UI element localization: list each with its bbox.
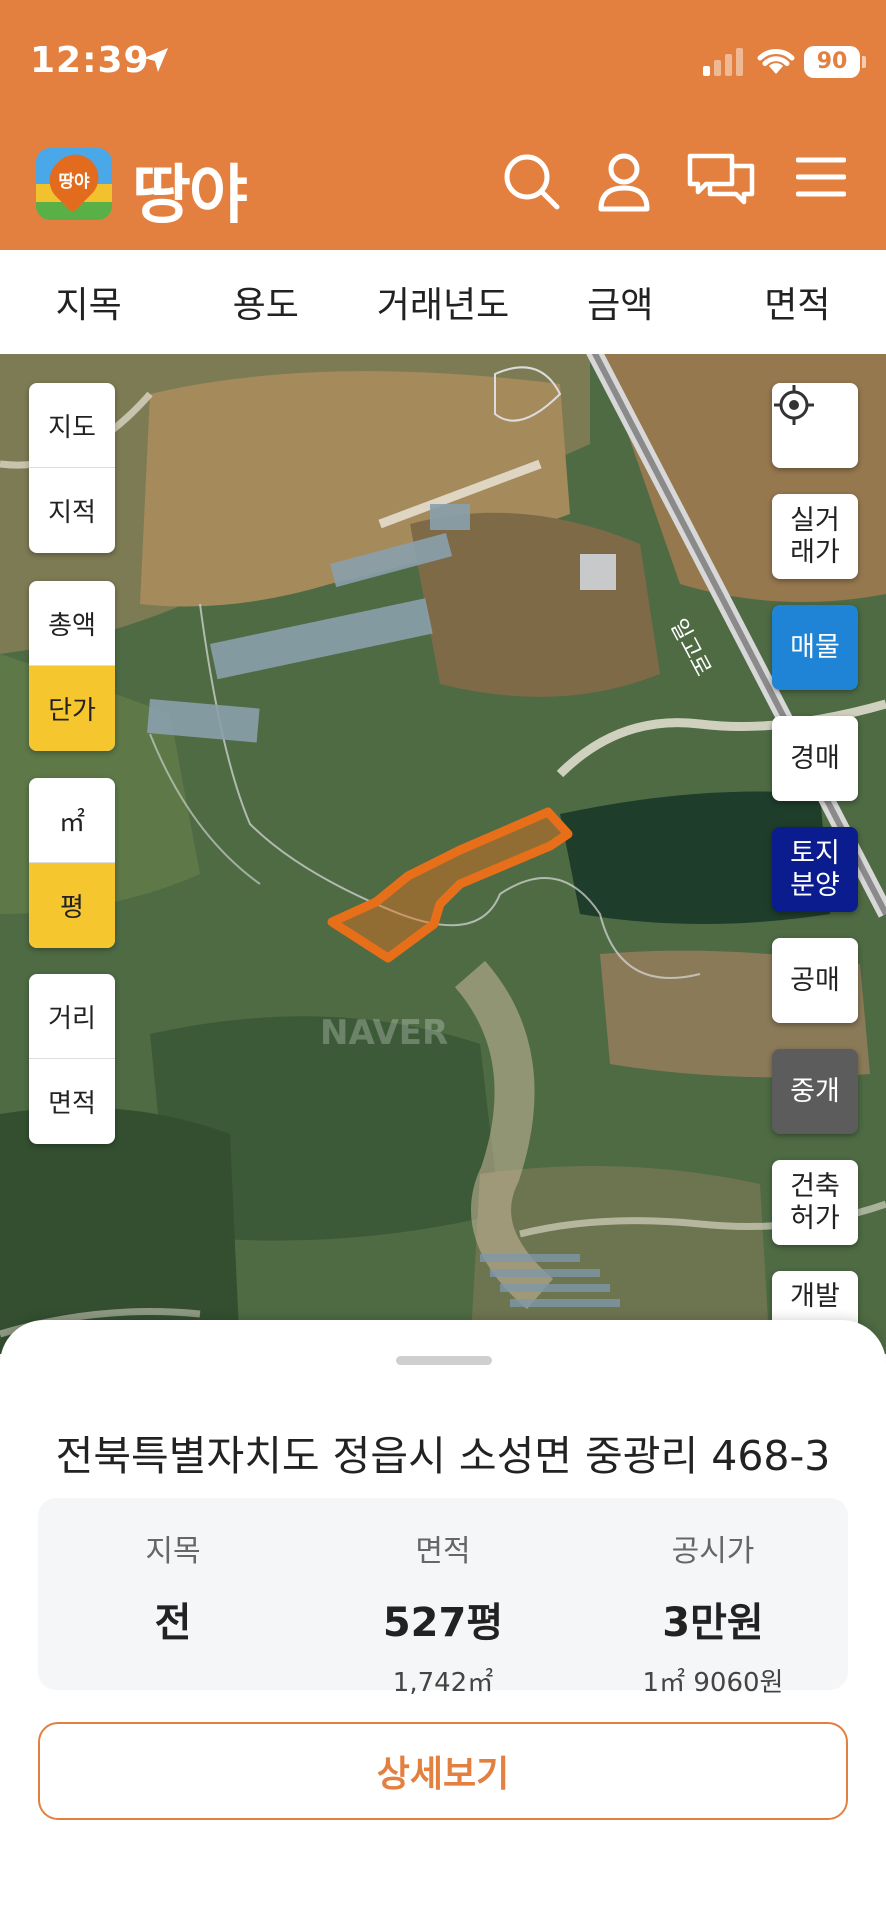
price-unit-button[interactable]: 단가	[29, 666, 115, 751]
price-total-button[interactable]: 총액	[29, 581, 115, 666]
logo-text: 땅야	[58, 172, 90, 192]
area-column: 면적 527평 1,742㎡	[308, 1498, 578, 1698]
price-mode-toggle: 총액 단가	[29, 581, 115, 751]
map-view[interactable]: 일고로 NAVER 지도 지적 총액 단가 ㎡ 평 거리 면적 실거 래가 매물…	[0, 354, 886, 1354]
building-permit-button[interactable]: 건축 허가	[772, 1160, 858, 1245]
parcel-bottom-sheet: 전북특별자치도 정읍시 소성면 중광리 468-3 지목 전 면적 527평 1…	[0, 1320, 886, 1920]
map-type-cadastral-button[interactable]: 지적	[29, 468, 115, 553]
land-type-value: 전	[154, 1600, 192, 1646]
status-bar: 12:39 90	[0, 0, 886, 120]
unit-sqm-button[interactable]: ㎡	[29, 778, 115, 863]
sheet-drag-handle[interactable]	[396, 1356, 492, 1365]
area-label: 면적	[415, 1534, 471, 1569]
map-type-map-button[interactable]: 지도	[29, 383, 115, 468]
location-arrow-icon	[144, 48, 168, 72]
app: 12:39 90 땅야 땅야 지목 용도 거래년도 금액 면적 일고로 NAVE…	[0, 0, 886, 1920]
satellite-map: 일고로 NAVER	[0, 354, 886, 1354]
area-sqm-value: 1,742㎡	[392, 1668, 494, 1698]
land-sale-button[interactable]: 토지 분양	[772, 827, 858, 912]
app-header: 12:39 90 땅야 땅야	[0, 0, 886, 250]
wifi-icon	[757, 49, 795, 74]
land-type-label: 지목	[145, 1534, 201, 1569]
official-price-value: 3만원	[662, 1600, 764, 1646]
map-type-toggle: 지도 지적	[29, 383, 115, 553]
filter-amount[interactable]: 금액	[532, 276, 709, 328]
parcel-address: 전북특별자치도 정읍시 소성면 중광리 468-3	[55, 1432, 831, 1480]
filter-usage[interactable]: 용도	[177, 276, 354, 328]
menu-icon[interactable]	[796, 152, 846, 202]
public-sale-button[interactable]: 공매	[772, 938, 858, 1023]
real-price-button[interactable]: 실거 래가	[772, 494, 858, 579]
signal-icon	[703, 48, 743, 76]
battery-indicator: 90	[804, 46, 860, 78]
view-details-button[interactable]: 상세보기	[38, 1722, 848, 1820]
filter-trade-year[interactable]: 거래년도	[354, 276, 531, 328]
official-price-label: 공시가	[671, 1534, 755, 1569]
brand-name: 땅야	[132, 159, 248, 233]
crosshair-icon	[774, 385, 814, 425]
filter-area[interactable]: 면적	[709, 276, 886, 328]
status-time: 12:39	[30, 40, 150, 81]
auction-button[interactable]: 경매	[772, 716, 858, 801]
measure-area-button[interactable]: 면적	[29, 1059, 115, 1144]
brokerage-button[interactable]: 중개	[772, 1049, 858, 1134]
official-price-per-sqm: 1㎡ 9060원	[642, 1668, 784, 1698]
price-column: 공시가 3만원 1㎡ 9060원	[578, 1498, 848, 1698]
measure-distance-button[interactable]: 거리	[29, 974, 115, 1059]
my-location-button[interactable]	[772, 383, 858, 468]
chat-icon[interactable]	[686, 152, 756, 212]
search-icon[interactable]	[502, 152, 562, 212]
battery-tip	[862, 56, 866, 68]
measure-toggle: 거리 면적	[29, 974, 115, 1144]
unit-pyeong-button[interactable]: 평	[29, 863, 115, 948]
area-unit-toggle: ㎡ 평	[29, 778, 115, 948]
parcel-summary: 지목 전 면적 527평 1,742㎡ 공시가 3만원 1㎡ 9060원	[38, 1498, 848, 1698]
filter-bar: 지목 용도 거래년도 금액 면적	[0, 250, 886, 354]
listings-button[interactable]: 매물	[772, 605, 858, 690]
filter-land-type[interactable]: 지목	[0, 276, 177, 328]
map-watermark: NAVER	[320, 1013, 448, 1053]
user-icon[interactable]	[597, 152, 651, 212]
land-type-column: 지목 전	[38, 1498, 308, 1690]
area-value: 527평	[382, 1600, 504, 1646]
app-logo[interactable]: 땅야	[36, 148, 112, 220]
